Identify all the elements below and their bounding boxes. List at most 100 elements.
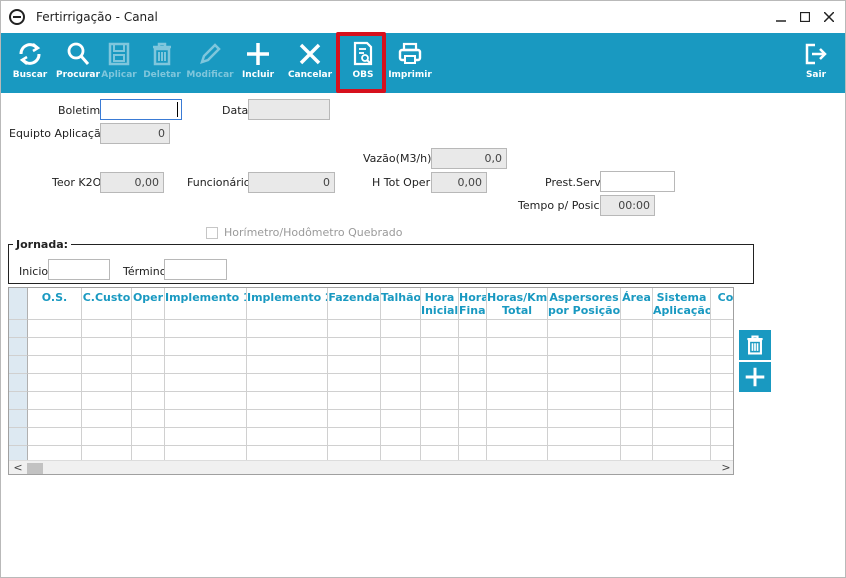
inicio-input[interactable] [48,259,110,280]
equipto-input[interactable]: 0 [100,123,170,144]
grid-cell[interactable] [328,320,381,338]
minimize-button[interactable] [771,7,791,27]
grid-cell[interactable] [381,338,421,356]
grid-cell[interactable] [711,320,733,338]
row-indicator[interactable] [9,410,28,428]
grid-cell[interactable] [381,356,421,374]
grid-cell[interactable] [421,410,459,428]
grid-cell[interactable] [653,320,711,338]
grid-cell[interactable] [421,374,459,392]
grid-cell[interactable] [328,392,381,410]
procurar-button[interactable]: Procurar [56,33,100,93]
grid-cell[interactable] [621,410,653,428]
grid-cell[interactable] [653,374,711,392]
grid-cell[interactable] [132,356,165,374]
vazao-input[interactable]: 0,0 [431,148,507,169]
grid-cell[interactable] [165,392,247,410]
grid-cell[interactable] [548,374,621,392]
teor-input[interactable]: 0,00 [100,172,164,193]
grid-cell[interactable] [82,392,132,410]
grid-column-header[interactable]: Aspersores por Posição [548,288,621,320]
grid-cell[interactable] [82,410,132,428]
grid-cell[interactable] [132,338,165,356]
grid-cell[interactable] [165,374,247,392]
grid-cell[interactable] [165,356,247,374]
modificar-button[interactable]: Modificar [186,33,234,93]
grid-cell[interactable] [548,410,621,428]
grid-cell[interactable] [421,392,459,410]
funcionario-input[interactable]: 0 [248,172,335,193]
grid-cell[interactable] [381,320,421,338]
grid-cell[interactable] [132,428,165,446]
row-indicator[interactable] [9,374,28,392]
grid-cell[interactable] [247,374,328,392]
grid-cell[interactable] [82,320,132,338]
grid-cell[interactable] [621,392,653,410]
grid-cell[interactable] [621,320,653,338]
grid-cell[interactable] [381,410,421,428]
grid-cell[interactable] [711,410,733,428]
grid-cell[interactable] [28,320,82,338]
grid-cell[interactable] [132,410,165,428]
grid-column-header[interactable]: Área [621,288,653,320]
grid-cell[interactable] [28,392,82,410]
grid-cell[interactable] [459,338,487,356]
grid-cell[interactable] [132,320,165,338]
grid-cell[interactable] [328,374,381,392]
grid-cell[interactable] [381,392,421,410]
prest-input[interactable] [600,171,675,192]
row-indicator[interactable] [9,392,28,410]
grid-cell[interactable] [459,320,487,338]
sair-button[interactable]: Sair [801,33,831,93]
grid-cell[interactable] [421,356,459,374]
grid-cell[interactable] [621,356,653,374]
row-indicator[interactable] [9,356,28,374]
grid-cell[interactable] [653,392,711,410]
grid-cell[interactable] [548,392,621,410]
grid-cell[interactable] [487,356,548,374]
scroll-thumb[interactable] [27,463,43,474]
grid-cell[interactable] [548,356,621,374]
grid-cell[interactable] [711,392,733,410]
grid-column-header[interactable]: Hora Inicial [421,288,459,320]
grid-cell[interactable] [487,428,548,446]
grid-cell[interactable] [28,410,82,428]
grid-cell[interactable] [711,356,733,374]
grid-cell[interactable] [165,320,247,338]
grid-cell[interactable] [247,410,328,428]
grid-cell[interactable] [487,392,548,410]
grid-cell[interactable] [328,410,381,428]
grid-cell[interactable] [653,428,711,446]
grid-cell[interactable] [328,428,381,446]
grid-cell[interactable] [247,428,328,446]
grid-cell[interactable] [132,392,165,410]
grid-cell[interactable] [28,338,82,356]
grid-cell[interactable] [421,338,459,356]
grid-column-header[interactable]: Co [711,288,733,320]
grid-cell[interactable] [653,410,711,428]
grid-cell[interactable] [247,356,328,374]
scroll-right-arrow-icon[interactable]: > [719,461,733,474]
incluir-button[interactable]: Incluir [240,33,276,93]
grid-cell[interactable] [82,428,132,446]
grid-cell[interactable] [487,374,548,392]
boletim-input[interactable] [100,99,182,120]
grid-cell[interactable] [548,338,621,356]
grid-cell[interactable] [247,338,328,356]
grid-column-header[interactable]: Horas/Km Total [487,288,548,320]
horimetro-checkbox-row[interactable]: Horímetro/Hodômetro Quebrado [206,226,402,239]
deletar-button[interactable]: Deletar [143,33,181,93]
grid-column-header[interactable]: O.S. [28,288,82,320]
grid-column-header[interactable]: C.Custo [82,288,132,320]
grid-cell[interactable] [28,428,82,446]
grid-column-header[interactable]: Implemento 2 [247,288,328,320]
grid-cell[interactable] [28,374,82,392]
grid-cell[interactable] [82,374,132,392]
grid-cell[interactable] [132,374,165,392]
grid-cell[interactable] [247,392,328,410]
cancelar-button[interactable]: Cancelar [288,33,332,93]
data-grid[interactable]: O.S. C.Custo Oper Implemento 1 Implemento 2F… [8,287,734,475]
data-input[interactable] [248,99,330,120]
grid-cell[interactable] [548,428,621,446]
horizontal-scrollbar[interactable]: < > [9,460,733,474]
